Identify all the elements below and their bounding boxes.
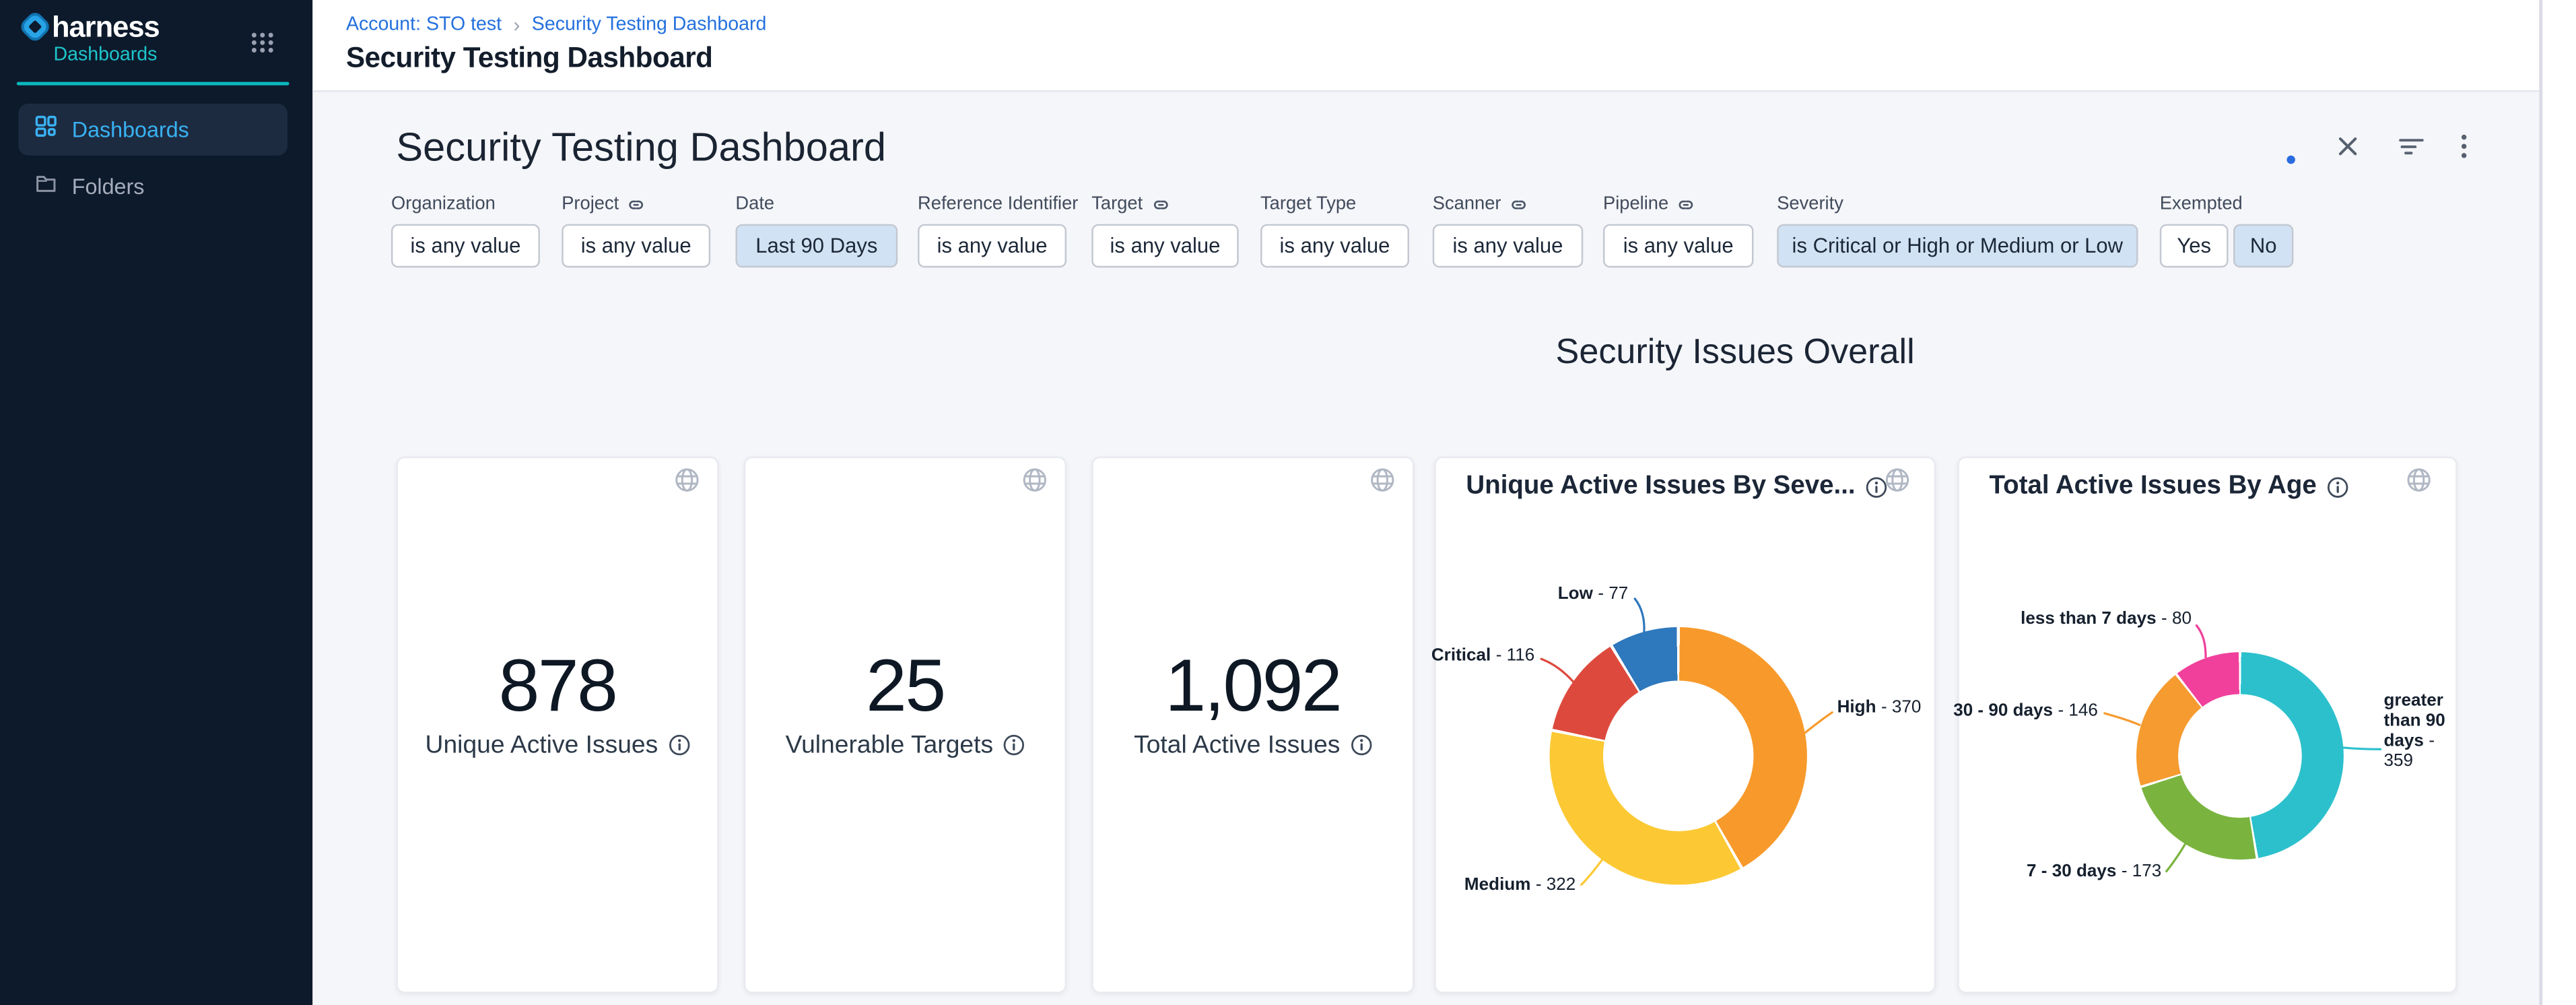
link-icon (1151, 195, 1170, 213)
info-icon (1003, 734, 1025, 756)
dashboard-title: Security Testing Dashboard (396, 125, 886, 172)
slice-label-critical: Critical- 116 (1431, 645, 1534, 666)
filter-severity[interactable]: is Critical or High or Medium or Low (1777, 224, 2138, 268)
stat-value: 878 (398, 645, 717, 729)
age-donut-chart[interactable] (2136, 652, 2344, 860)
slice-label-7-30-days: 7 - 30 days- 173 (2027, 862, 2161, 882)
filter-target-type[interactable]: is any value (1260, 224, 1409, 268)
tile-total-active-issues: 1,092 Total Active Issues (1091, 457, 1414, 994)
globe-icon (2406, 467, 2433, 502)
filter-target[interactable]: is any value (1091, 224, 1238, 268)
tile-total-active-issues-by-age: Total Active Issues By Age less than 7 d… (1957, 457, 2457, 994)
filter-pipeline[interactable]: is any value (1603, 224, 1753, 268)
dashboards-icon (35, 115, 57, 145)
donut-hole (1603, 680, 1753, 831)
globe-icon (1884, 467, 1911, 502)
filter-label-target-type: Target Type (1260, 194, 1356, 214)
donut-card-title: Unique Active Issues By Seve... (1466, 472, 1887, 502)
stat-label: Total Active Issues (1093, 731, 1413, 759)
link-icon (1677, 195, 1695, 213)
globe-icon (1021, 467, 1048, 502)
page-scrollbar[interactable] (2539, 0, 2576, 1005)
severity-donut-chart[interactable] (1550, 627, 1807, 884)
link-icon (1510, 195, 1528, 213)
harness-wordmark: harness (52, 10, 160, 45)
sidebar-item-label: Folders (72, 174, 145, 199)
filter-exempted-yes[interactable]: Yes (2160, 224, 2229, 268)
close-icon[interactable] (2329, 127, 2366, 164)
sidebar-item-dashboards[interactable]: Dashboards (18, 104, 287, 156)
slice-label-less-than-7-days: less than 7 days- 80 (2021, 609, 2192, 629)
globe-icon (1369, 467, 1396, 502)
filter-organization[interactable]: is any value (391, 224, 540, 268)
screen: harness Dashboards (0, 0, 2576, 1005)
tile-vulnerable-targets: 25 Vulnerable Targets (744, 457, 1066, 994)
more-options-icon[interactable] (2445, 127, 2482, 164)
slice-label-low: Low- 77 (1558, 583, 1629, 604)
filter-label-project: Project (562, 194, 646, 214)
filter-reference-identifier[interactable]: is any value (918, 224, 1066, 268)
slice-label-medium: Medium- 322 (1464, 875, 1575, 895)
info-icon (668, 734, 689, 756)
filter-label-target: Target (1091, 194, 1170, 214)
filter-label-exempted: Exempted (2160, 194, 2243, 214)
page-title: Security Testing Dashboard (346, 42, 713, 75)
stat-value: 1,092 (1093, 645, 1413, 729)
stat-value: 25 (745, 645, 1064, 729)
stat-label: Unique Active Issues (398, 731, 717, 759)
slice-label-high: High- 370 (1837, 697, 1922, 717)
dashboard-canvas: Security Testing Dashboard Organization … (312, 92, 2539, 1005)
globe-icon (674, 467, 701, 502)
sidebar-item-folders[interactable]: Folders (18, 160, 287, 212)
breadcrumb-account-link[interactable]: Account: STO test (346, 15, 502, 35)
stat-label: Vulnerable Targets (745, 731, 1064, 759)
filter-label-date: Date (735, 194, 774, 214)
sidebar-item-label: Dashboards (72, 117, 189, 142)
info-icon (1350, 734, 1371, 756)
filter-exempted-no[interactable]: No (2233, 224, 2293, 268)
tile-unique-active-issues-by-severity: Unique Active Issues By Seve... Low- 77 … (1434, 457, 1936, 994)
filter-icon[interactable] (2392, 127, 2429, 164)
slice-label-greater-than-90-days: greater than 90 days- 359 (2383, 690, 2459, 771)
module-label: Dashboards (53, 45, 157, 65)
breadcrumb-page-link[interactable]: Security Testing Dashboard (532, 15, 767, 35)
filter-project[interactable]: is any value (562, 224, 710, 268)
filter-label-scanner: Scanner (1433, 194, 1528, 214)
app-grid-icon[interactable] (250, 32, 274, 62)
link-icon (628, 195, 646, 213)
tile-unique-active-issues: 878 Unique Active Issues (396, 457, 718, 994)
filter-label-organization: Organization (391, 194, 496, 214)
filter-label-pipeline: Pipeline (1603, 194, 1695, 214)
filter-label-reference-identifier: Reference Identifier (918, 194, 1078, 214)
cursor-dot (2286, 156, 2295, 164)
donut-card-title: Total Active Issues By Age (1990, 472, 2348, 502)
filter-scanner[interactable]: is any value (1433, 224, 1583, 268)
filter-date[interactable]: Last 90 Days (735, 224, 897, 268)
chevron-right-icon: › (513, 13, 520, 37)
folders-icon (35, 171, 57, 201)
sidebar: harness Dashboards (0, 0, 312, 1005)
sidebar-divider (17, 81, 290, 85)
slice-label-30-90-days: 30 - 90 days- 146 (1953, 701, 2098, 721)
donut-hole (2178, 694, 2302, 818)
info-icon (2327, 476, 2348, 497)
filter-label-severity: Severity (1777, 194, 1843, 214)
section-heading: Security Issues Overall (1556, 333, 1915, 373)
top-header: Account: STO test › Security Testing Das… (312, 0, 2576, 92)
harness-logo-icon (20, 11, 50, 50)
breadcrumb: Account: STO test › Security Testing Das… (346, 13, 767, 37)
